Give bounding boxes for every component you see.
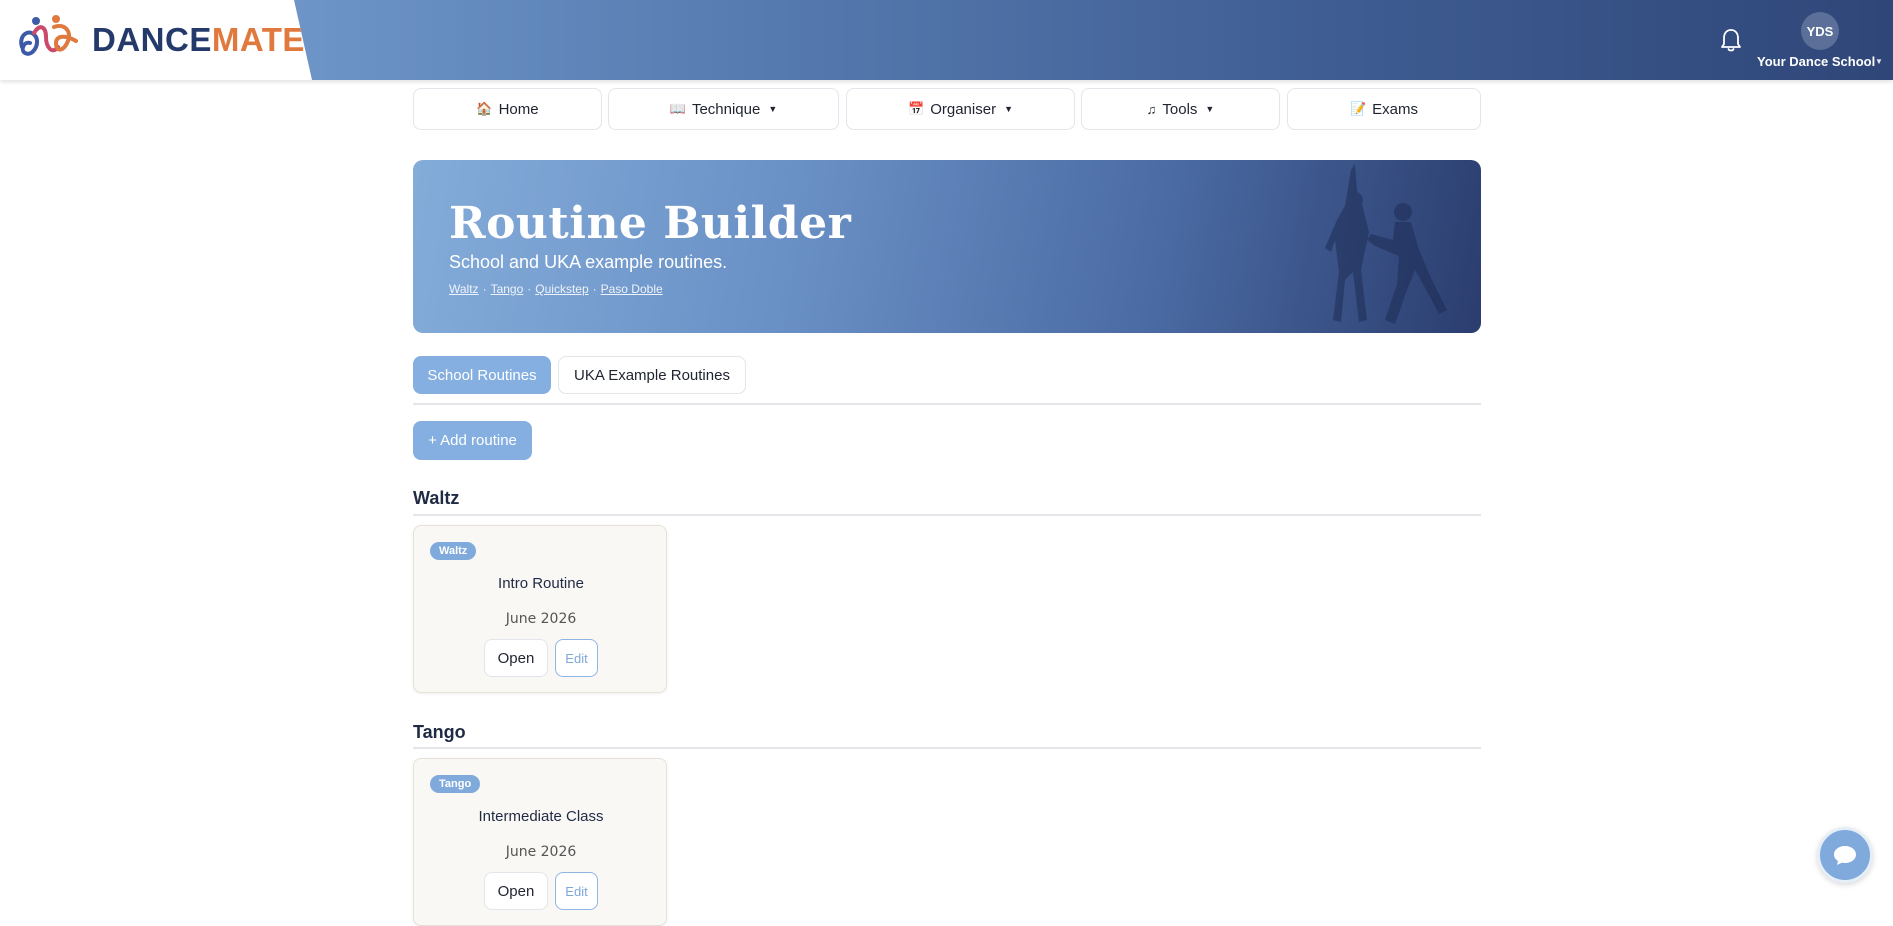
dancemate-logo-icon [19,15,78,56]
hero-dance-links: Waltz · Tango · Quickstep · Paso Doble [449,282,663,296]
link-separator: · [482,282,487,296]
routine-card: Waltz Intro Routine June 2026 Open Edit [413,525,667,693]
chat-bubble-icon [1834,846,1856,865]
nav-technique[interactable]: 📖 Technique ▼ [608,88,839,130]
bell-icon[interactable] [1719,27,1743,53]
brand-part2: MATE [211,21,305,58]
dance-badge: Tango [430,775,481,793]
house-icon: 🏠 [476,101,493,116]
avatar[interactable]: YDS [1801,12,1839,50]
brand-part1: DANCE [92,21,212,58]
tab-school-routines[interactable]: School Routines [413,356,551,394]
add-routine-button[interactable]: + Add routine [413,421,532,460]
calendar-icon: 📅 [908,101,925,116]
nav-home-label: Home [498,100,539,118]
routine-date: June 2026 [505,611,577,627]
section-divider [413,514,1481,516]
caret-down-icon: ▼ [1205,104,1215,114]
hero-link-waltz[interactable]: Waltz [449,282,479,296]
routine-title: Intro Routine [498,575,584,592]
section-heading-waltz: Waltz [413,488,460,508]
dance-badge: Waltz [430,542,477,560]
section-heading-tango: Tango [413,722,466,742]
nav-tools-label: Tools [1162,100,1198,118]
caret-down-icon: ▼ [768,104,778,114]
caret-down-icon: ▼ [1004,104,1013,114]
routine-card: Tango Intermediate Class June 2026 Open … [413,758,667,926]
nav-organiser[interactable]: 📅 Organiser ▼ [846,88,1075,130]
school-name[interactable]: Your Dance School [1757,54,1875,69]
nav-exams[interactable]: 📝 Exams [1287,88,1481,130]
hero-link-tango[interactable]: Tango [491,282,524,296]
routine-date: June 2026 [505,844,577,860]
section-divider [413,747,1481,749]
open-button[interactable]: Open [484,639,548,677]
memo-icon: 📝 [1349,101,1367,116]
music-note-icon: ♫ [1146,101,1157,117]
nav-home[interactable]: 🏠 Home [413,88,602,130]
dancers-silhouette-icon [1325,164,1447,324]
routine-title: Intermediate Class [478,808,604,825]
edit-button[interactable]: Edit [555,639,598,677]
nav-technique-label: Technique [691,100,761,118]
chat-button[interactable] [1817,827,1873,883]
nav-organiser-label: Organiser [930,100,997,118]
logo-panel: DANCEMATE [0,0,312,80]
link-separator: · [527,282,532,296]
tabs-divider [413,403,1481,405]
hero-link-quickstep[interactable]: Quickstep [535,282,588,296]
edit-button[interactable]: Edit [555,872,598,910]
top-header: DANCEMATE YDS Your Dance School ▼ [0,0,1893,80]
brand-wordmark[interactable]: DANCEMATE [92,21,305,59]
tab-uka-example-routines[interactable]: UKA Example Routines [558,356,746,394]
nav-tools[interactable]: ♫ Tools ▼ [1081,88,1280,130]
page-title: Routine Builder [449,198,852,249]
link-separator: · [592,282,597,296]
hero-link-paso-doble[interactable]: Paso Doble [601,282,663,296]
chevron-down-icon[interactable]: ▼ [1875,57,1883,66]
hero-banner: Routine Builder School and UKA example r… [413,160,1481,333]
book-icon: 📖 [669,101,686,116]
open-button[interactable]: Open [484,872,548,910]
nav-exams-label: Exams [1372,100,1419,118]
hero-subtitle: School and UKA example routines. [449,252,728,272]
